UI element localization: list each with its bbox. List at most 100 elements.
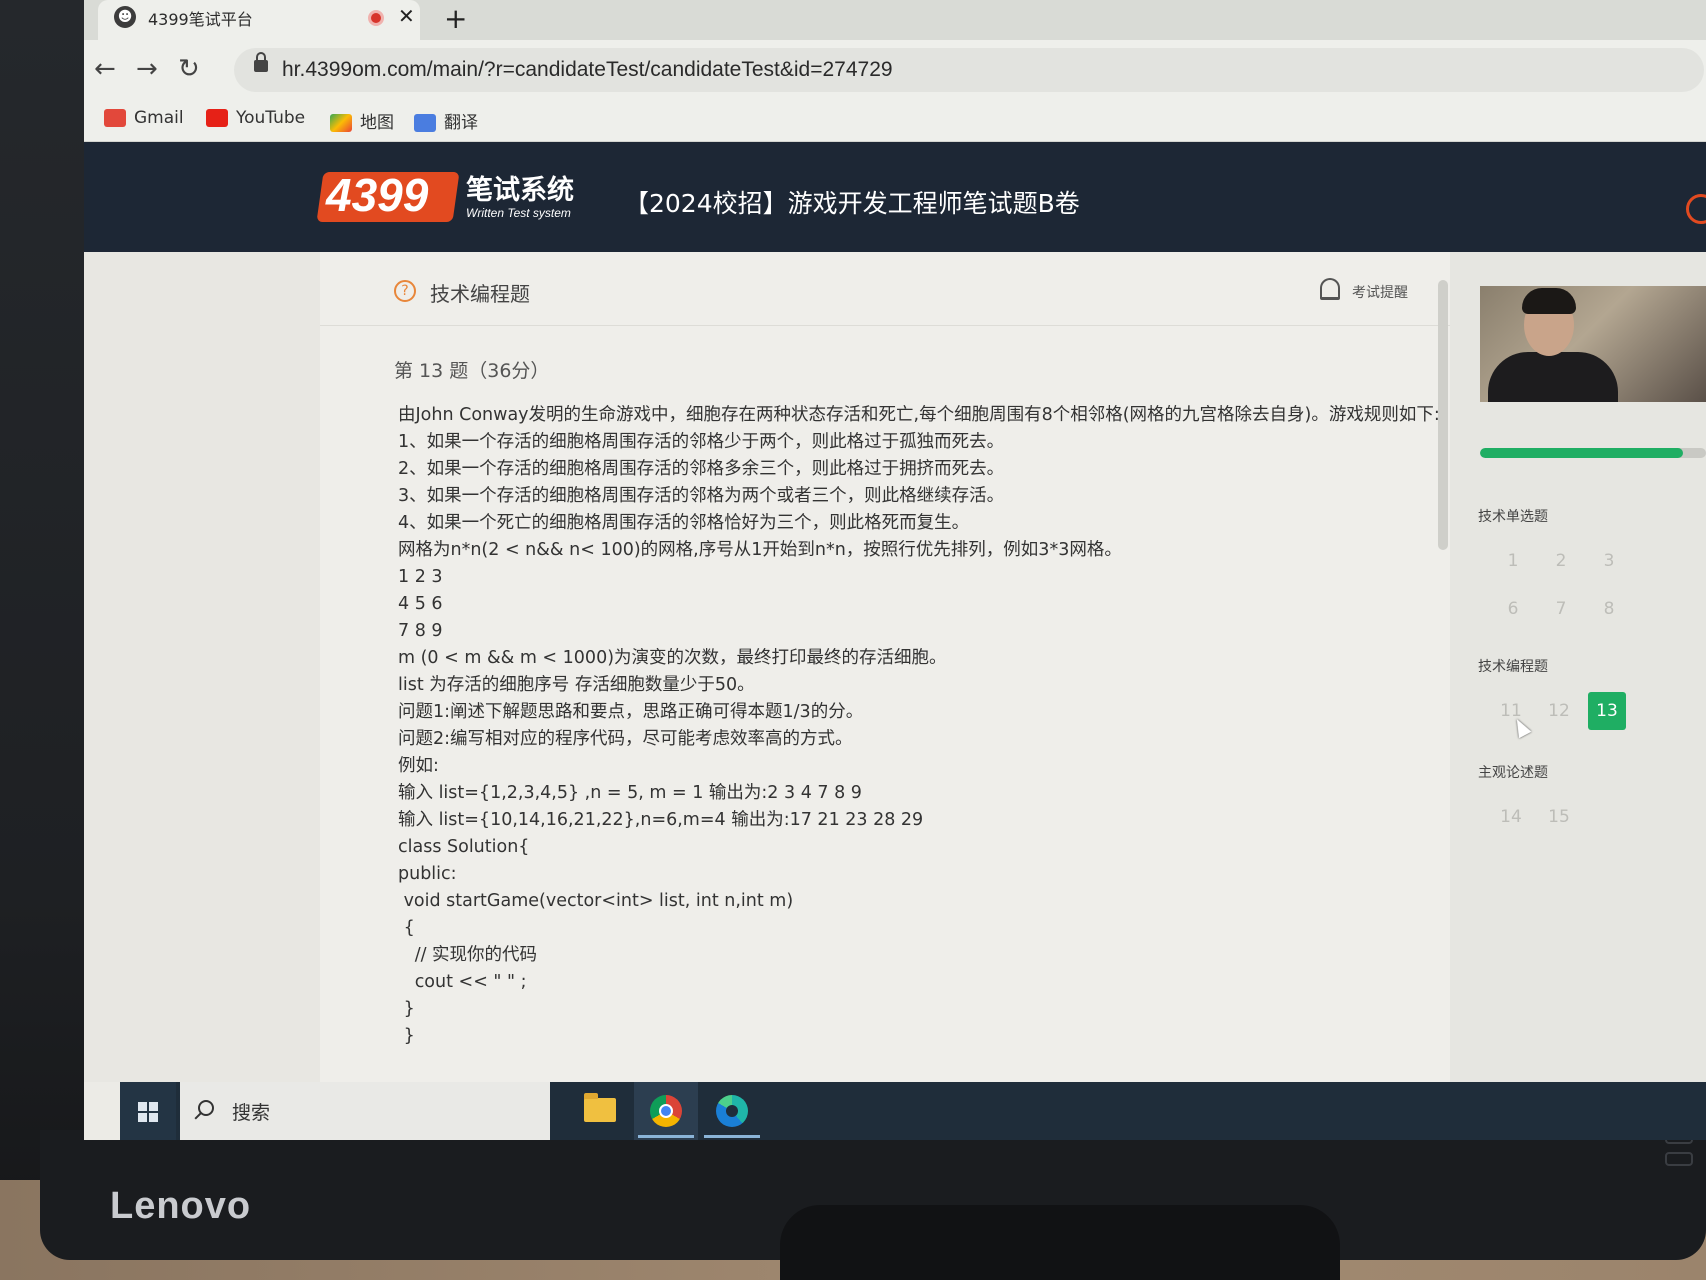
question-number-3[interactable]: 3 [1590, 542, 1628, 580]
question-mark-icon: ? [394, 280, 416, 302]
taskbar: 搜索 [120, 1082, 1706, 1140]
taskbar-search[interactable]: 搜索 [180, 1082, 550, 1140]
new-tab-button[interactable]: + [444, 2, 467, 35]
logo-number: 4399 [326, 169, 429, 221]
question-number-1[interactable]: 1 [1494, 542, 1532, 580]
question-heading: 第 13 题（36分） [394, 360, 550, 382]
question-line: { [398, 918, 415, 938]
question-line: 问题2:编写相对应的程序代码，尽可能考虑效率高的方式。 [398, 729, 853, 749]
browser-tab-bar: ☻ 4399笔试平台 ✕ + [84, 0, 1706, 40]
youtube-icon [206, 109, 228, 127]
edge-taskbar-button[interactable] [700, 1082, 764, 1140]
gmail-icon [104, 109, 126, 127]
monitor-power-button[interactable] [1665, 1152, 1693, 1166]
lock-icon[interactable] [254, 52, 268, 72]
logo-subtitle: Written Test system [466, 206, 571, 220]
question-line: list 为存活的细胞序号 存活细胞数量少于50。 [398, 675, 755, 695]
question-line: 1、如果一个存活的细胞格周围存活的邻格少于两个，则此格过于孤独而死去。 [398, 432, 1005, 452]
question-line: cout << " " ; [398, 972, 527, 992]
bookmark-youtube[interactable]: YouTube [206, 108, 305, 128]
bookmark-translate[interactable]: 翻译 [414, 108, 478, 133]
url-text[interactable]: hr.4399om.com/main/?r=candidateTest/cand… [282, 58, 893, 82]
bookmark-gmail[interactable]: Gmail [104, 108, 184, 128]
monitor-brand-logo: Lenovo [110, 1185, 252, 1227]
file-explorer-button[interactable] [568, 1082, 632, 1140]
question-line: 例如: [398, 756, 439, 776]
question-line: 3、如果一个存活的细胞格周围存活的邻格为两个或者三个，则此格继续存活。 [398, 486, 1005, 506]
site-header: 4399 笔试系统 Written Test system 【2024校招】游戏… [84, 142, 1706, 252]
search-placeholder: 搜索 [232, 1102, 271, 1124]
question-line: 输入 list={1,2,3,4,5} ,n = 5, m = 1 输出为:2 … [398, 783, 862, 803]
tab-close-button[interactable]: ✕ [398, 4, 415, 28]
question-line: 4、如果一个死亡的细胞格周围存活的邻格恰好为三个，则此格死而复生。 [398, 513, 970, 533]
active-indicator [638, 1135, 694, 1138]
question-line: 由John Conway发明的生命游戏中，细胞存在两种状态存活和死亡,每个细胞周… [398, 405, 1440, 425]
maps-icon [330, 114, 352, 132]
progress-fill [1480, 448, 1684, 458]
address-bar-row: ← → ↻ hr.4399om.com/main/?r=candidateTes… [84, 40, 1706, 100]
progress-bar [1480, 448, 1706, 458]
question-line: 2、如果一个存活的细胞格周围存活的邻格多余三个，则此格过于拥挤而死去。 [398, 459, 1005, 479]
active-indicator [704, 1135, 760, 1138]
question-panel: ? 技术编程题 考试提醒 第 13 题（36分） 由John Conway发明的… [320, 252, 1450, 1082]
group-label-single-choice: 技术单选题 [1478, 509, 1548, 525]
question-number-8[interactable]: 8 [1590, 590, 1628, 628]
site-favicon-icon: ☻ [114, 6, 136, 28]
question-line: } [398, 999, 415, 1019]
chrome-taskbar-button[interactable] [634, 1082, 698, 1140]
group-label-essay: 主观论述题 [1478, 765, 1548, 781]
question-line: void startGame(vector<int> list, int n,i… [398, 891, 794, 911]
search-icon [198, 1100, 214, 1116]
scrollbar[interactable] [1438, 280, 1448, 550]
exam-reminder-link[interactable]: 考试提醒 [1352, 282, 1408, 302]
chrome-icon [650, 1095, 682, 1127]
folder-icon [584, 1093, 616, 1122]
question-number-6[interactable]: 6 [1494, 590, 1532, 628]
question-number-7[interactable]: 7 [1542, 590, 1580, 628]
question-line: class Solution{ [398, 837, 530, 857]
bookmarks-bar: Gmail YouTube 地图 翻译 [84, 100, 1706, 142]
question-text: 由John Conway发明的生命游戏中，细胞存在两种状态存活和死亡,每个细胞周… [398, 402, 1440, 1050]
bookmark-maps[interactable]: 地图 [330, 108, 394, 133]
question-line: 1 2 3 [398, 567, 443, 587]
webcam-person-hair [1522, 288, 1576, 314]
browser-tab[interactable]: ☻ 4399笔试平台 ✕ [98, 0, 420, 40]
question-line: 问题1:阐述下解题思路和要点，思路正确可得本题1/3的分。 [398, 702, 864, 722]
back-icon[interactable]: ← [94, 54, 116, 84]
edge-icon [716, 1095, 748, 1127]
question-line: // 实现你的代码 [398, 945, 538, 965]
section-header: ? 技术编程题 考试提醒 [320, 252, 1450, 326]
screen: ☻ 4399笔试平台 ✕ + ← → ↻ hr.4399om.com/main/… [84, 0, 1706, 1140]
tab-title: 4399笔试平台 [148, 10, 253, 29]
question-number-12[interactable]: 12 [1540, 692, 1578, 730]
reload-icon[interactable]: ↻ [178, 54, 200, 84]
question-number-2[interactable]: 2 [1542, 542, 1580, 580]
timer-icon [1686, 194, 1706, 224]
question-line: 4 5 6 [398, 594, 443, 614]
answer-sheet-panel: 技术单选题 1 2 3 6 7 8 技术编程题 11 12 13 主观论述题 1… [1450, 252, 1706, 1082]
windows-icon [138, 1102, 158, 1122]
webcam-person-body [1488, 352, 1618, 402]
question-line: 输入 list={10,14,16,21,22},n=6,m=4 输出为:17 … [398, 810, 924, 830]
question-line: m (0 < m && m < 1000)为演变的次数，最终打印最终的存活细胞。 [398, 648, 947, 668]
webcam-preview [1480, 286, 1706, 402]
question-number-13[interactable]: 13 [1588, 692, 1626, 730]
url-field[interactable]: hr.4399om.com/main/?r=candidateTest/cand… [234, 48, 1704, 92]
forward-icon[interactable]: → [136, 54, 158, 84]
question-line: 7 8 9 [398, 621, 443, 641]
question-number-14[interactable]: 14 [1492, 798, 1530, 836]
translate-icon [414, 114, 436, 132]
start-button[interactable] [120, 1082, 176, 1140]
logo-title: 笔试系统 [466, 175, 574, 206]
question-line: public: [398, 864, 457, 884]
question-number-15[interactable]: 15 [1540, 798, 1578, 836]
question-line: 网格为n*n(2 < n&& n< 100)的网格,序号从1开始到n*n，按照行… [398, 540, 1122, 560]
question-line: } [398, 1026, 415, 1046]
recording-icon [368, 10, 384, 26]
bell-icon[interactable] [1320, 278, 1340, 300]
left-margin [84, 252, 320, 1082]
monitor-stand [780, 1205, 1340, 1280]
exam-title: 【2024校招】游戏开发工程师笔试题B卷 [624, 189, 1080, 218]
group-label-programming: 技术编程题 [1478, 659, 1548, 675]
section-title: 技术编程题 [430, 282, 530, 306]
